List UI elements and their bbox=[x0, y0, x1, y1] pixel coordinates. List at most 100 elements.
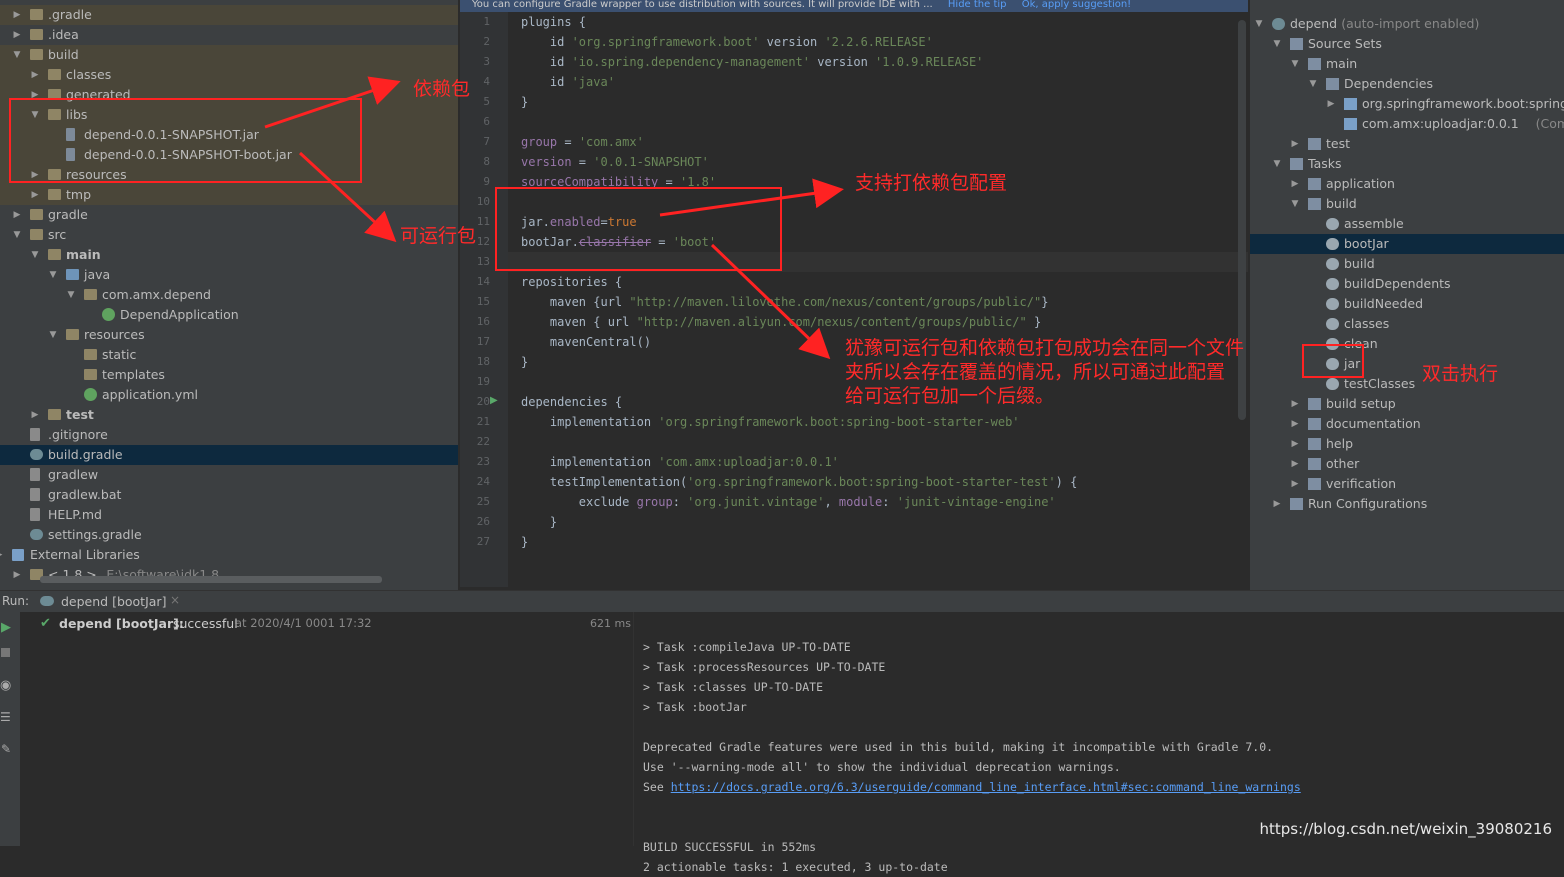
stop-icon[interactable] bbox=[1, 648, 10, 657]
gradle-item-row[interactable]: bootJar bbox=[1250, 234, 1564, 254]
expand-arrow-icon[interactable]: ▶ bbox=[12, 565, 22, 585]
code-line[interactable]: plugins { bbox=[521, 12, 586, 32]
project-item-row[interactable]: gradlew.bat bbox=[0, 485, 458, 505]
code-line[interactable]: id 'org.springframework.boot' version '2… bbox=[521, 32, 933, 52]
code-line[interactable]: implementation 'org.springframework.boot… bbox=[521, 412, 1020, 432]
docs-link[interactable]: https://docs.gradle.org/6.3/userguide/co… bbox=[671, 780, 1301, 794]
expand-arrow-icon[interactable]: ▼ bbox=[48, 325, 58, 345]
project-item-row[interactable]: ▼ java bbox=[0, 265, 458, 285]
project-item-row[interactable]: ▶ External Libraries bbox=[0, 545, 458, 565]
apply-suggestion-link[interactable]: Ok, apply suggestion! bbox=[1022, 0, 1132, 10]
expand-arrow-icon[interactable]: ▼ bbox=[30, 245, 40, 265]
gradle-item-row[interactable]: com.amx:uploadjar:0.0.1 (Compile) bbox=[1250, 114, 1564, 134]
project-item-row[interactable]: application.yml bbox=[0, 385, 458, 405]
gradle-item-row[interactable]: assemble bbox=[1250, 214, 1564, 234]
gradle-item-row[interactable]: ▼ build bbox=[1250, 194, 1564, 214]
gradle-item-row[interactable]: classes bbox=[1250, 314, 1564, 334]
gradle-item-row[interactable]: jar bbox=[1250, 354, 1564, 374]
code-line[interactable]: } bbox=[521, 512, 557, 532]
code-line[interactable]: id 'io.spring.dependency-management' ver… bbox=[521, 52, 984, 72]
expand-arrow-icon[interactable]: ▶ bbox=[1272, 494, 1282, 514]
project-item-row[interactable]: .gitignore bbox=[0, 425, 458, 445]
expand-arrow-icon[interactable]: ▶ bbox=[1290, 414, 1300, 434]
expand-arrow-icon[interactable]: ▶ bbox=[1290, 134, 1300, 154]
code-editor[interactable]: 1 2 3 4 5 6 7 8 9 10 11 12 13 14 15 16 17 18 19 20 21 22 23 24 2… bbox=[460, 12, 1248, 587]
gradle-item-row[interactable]: testClasses bbox=[1250, 374, 1564, 394]
run-status-name[interactable]: depend [bootJar]: bbox=[59, 616, 184, 631]
code-line[interactable]: exclude group: 'org.junit.vintage', modu… bbox=[521, 492, 1056, 512]
project-item-row[interactable]: build.gradle bbox=[0, 445, 458, 465]
expand-arrow-icon[interactable]: ▶ bbox=[1290, 454, 1300, 474]
expand-arrow-icon[interactable]: ▶ bbox=[0, 545, 4, 565]
project-item-row[interactable]: ▶ test bbox=[0, 405, 458, 425]
project-item-row[interactable]: ▼ src bbox=[0, 225, 458, 245]
gradle-item-row[interactable]: ▶ Run Configurations bbox=[1250, 494, 1564, 514]
gradle-item-row[interactable]: ▼ Source Sets bbox=[1250, 34, 1564, 54]
code-line[interactable]: testImplementation('org.springframework.… bbox=[521, 472, 1077, 492]
console-output[interactable]: > Task :compileJava UP-TO-DATE > Task :pr… bbox=[633, 612, 1564, 874]
code-line[interactable]: mavenCentral() bbox=[521, 332, 651, 352]
expand-arrow-icon[interactable]: ▶ bbox=[1290, 394, 1300, 414]
layout-icon[interactable]: ☰ bbox=[0, 710, 11, 724]
run-gutter-icon[interactable]: ▶ bbox=[490, 395, 498, 406]
code-line[interactable]: maven { url "http://maven.aliyun.com/nex… bbox=[521, 312, 1041, 332]
project-item-row[interactable]: ▼ main bbox=[0, 245, 458, 265]
project-item-row[interactable]: gradlew bbox=[0, 465, 458, 485]
gradle-item-row[interactable]: clean bbox=[1250, 334, 1564, 354]
gradle-item-row[interactable]: ▶ build setup bbox=[1250, 394, 1564, 414]
expand-arrow-icon[interactable]: ▶ bbox=[1326, 94, 1336, 114]
expand-arrow-icon[interactable]: ▶ bbox=[1290, 174, 1300, 194]
project-item-row[interactable]: ▶ gradle bbox=[0, 205, 458, 225]
expand-arrow-icon[interactable]: ▼ bbox=[1290, 194, 1300, 214]
gradle-item-row[interactable]: ▼ Tasks bbox=[1250, 154, 1564, 174]
gradle-item-row[interactable]: ▶ org.springframework.boot:spring-boot-st… bbox=[1250, 94, 1564, 114]
expand-arrow-icon[interactable]: ▼ bbox=[1308, 74, 1318, 94]
close-tab-icon[interactable]: × bbox=[170, 593, 180, 607]
code-line[interactable]: version = '0.0.1-SNAPSHOT' bbox=[521, 152, 709, 172]
expand-arrow-icon[interactable]: ▼ bbox=[66, 285, 76, 305]
project-item-row[interactable]: ▶ tmp bbox=[0, 185, 458, 205]
project-item-row[interactable]: ▼ resources bbox=[0, 325, 458, 345]
gradle-item-row[interactable]: ▶ help bbox=[1250, 434, 1564, 454]
project-item-row[interactable]: ▶ classes bbox=[0, 65, 458, 85]
project-item-row[interactable]: templates bbox=[0, 365, 458, 385]
project-item-row[interactable]: static bbox=[0, 345, 458, 365]
code-line[interactable]: group = 'com.amx' bbox=[521, 132, 644, 152]
rerun-icon[interactable]: ▶ bbox=[1, 620, 11, 635]
expand-arrow-icon[interactable]: ▼ bbox=[12, 225, 22, 245]
gradle-item-row[interactable]: ▼ Dependencies bbox=[1250, 74, 1564, 94]
expand-arrow-icon[interactable]: ▶ bbox=[12, 25, 22, 45]
gradle-item-row[interactable]: ▶ test bbox=[1250, 134, 1564, 154]
gradle-item-row[interactable]: buildDependents bbox=[1250, 274, 1564, 294]
project-item-row[interactable]: ▶ .idea bbox=[0, 25, 458, 45]
expand-arrow-icon[interactable]: ▶ bbox=[30, 185, 40, 205]
expand-arrow-icon[interactable]: ▼ bbox=[1272, 154, 1282, 174]
project-item-row[interactable]: ▼ build bbox=[0, 45, 458, 65]
project-item-row[interactable]: settings.gradle bbox=[0, 525, 458, 545]
eye-icon[interactable]: ◉ bbox=[0, 678, 11, 693]
code-line[interactable]: repositories { bbox=[521, 272, 622, 292]
pin-icon[interactable]: ✎ bbox=[1, 742, 11, 756]
project-item-row[interactable]: HELP.md bbox=[0, 505, 458, 525]
expand-arrow-icon[interactable]: ▶ bbox=[12, 205, 22, 225]
code-line[interactable]: maven {url "http://maven.lilovethe.com/n… bbox=[521, 292, 1049, 312]
expand-arrow-icon[interactable]: ▶ bbox=[12, 5, 22, 25]
run-tab[interactable]: depend [bootJar] bbox=[61, 594, 166, 609]
expand-arrow-icon[interactable]: ▼ bbox=[1254, 14, 1264, 34]
gradle-item-row[interactable]: build bbox=[1250, 254, 1564, 274]
expand-arrow-icon[interactable]: ▶ bbox=[30, 405, 40, 425]
expand-arrow-icon[interactable]: ▼ bbox=[1290, 54, 1300, 74]
code-line[interactable]: id 'java' bbox=[521, 72, 615, 92]
expand-arrow-icon[interactable]: ▼ bbox=[48, 265, 58, 285]
gradle-item-row[interactable]: ▶ documentation bbox=[1250, 414, 1564, 434]
expand-arrow-icon[interactable]: ▼ bbox=[12, 45, 22, 65]
gradle-item-row[interactable]: ▼ main bbox=[1250, 54, 1564, 74]
horizontal-scrollbar[interactable] bbox=[40, 576, 382, 583]
code-line[interactable]: implementation 'com.amx:uploadjar:0.0.1' bbox=[521, 452, 839, 472]
code-line[interactable]: } bbox=[521, 532, 528, 552]
expand-arrow-icon[interactable]: ▶ bbox=[30, 65, 40, 85]
project-item-row[interactable]: ▶ .gradle bbox=[0, 5, 458, 25]
gradle-item-row[interactable]: ▶ other bbox=[1250, 454, 1564, 474]
code-line[interactable]: } bbox=[521, 352, 528, 372]
gradle-item-row[interactable]: ▶ verification bbox=[1250, 474, 1564, 494]
